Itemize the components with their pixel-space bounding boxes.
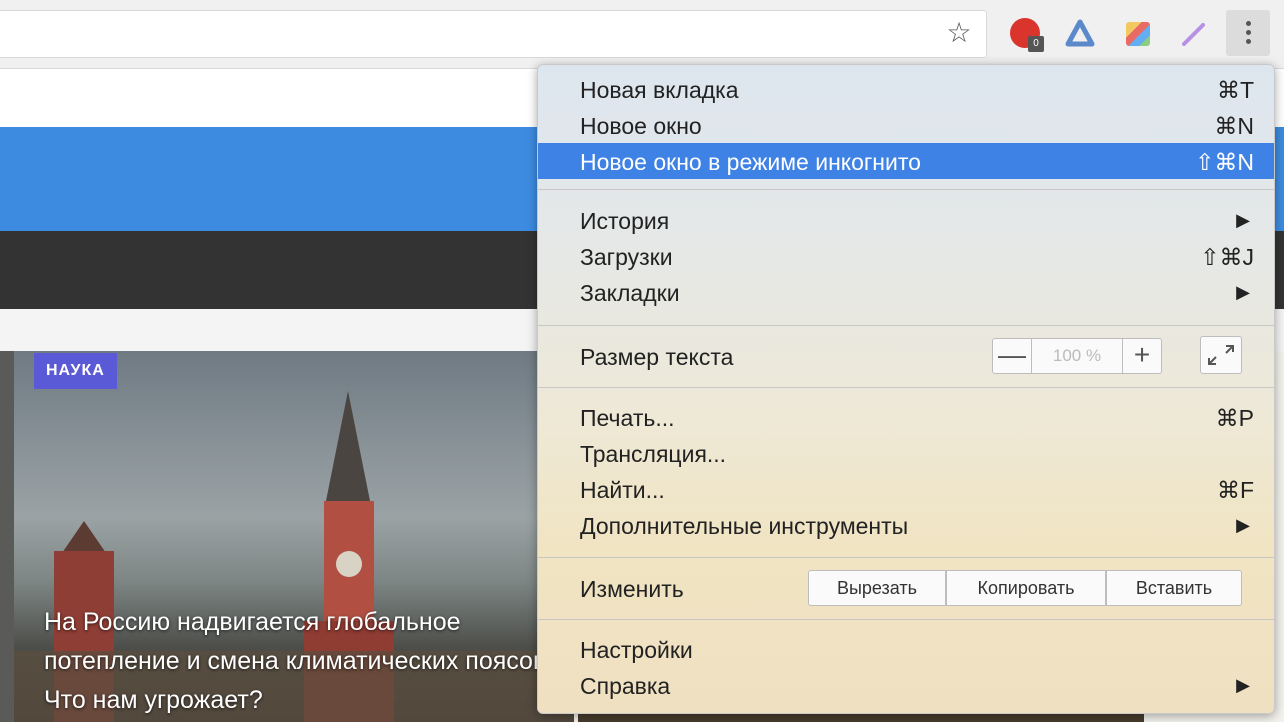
menu-separator xyxy=(538,619,1274,620)
menu-dot xyxy=(1246,30,1251,35)
zoom-level: 100 % xyxy=(1052,346,1102,365)
paste-button[interactable]: Вставить xyxy=(1106,570,1242,606)
menu-item-print[interactable]: Печать... ⌘P xyxy=(538,399,1274,435)
menu-item-shortcut: ⌘F xyxy=(1216,477,1254,503)
menu-separator xyxy=(538,387,1274,388)
zoom-control: — 100 % + xyxy=(992,338,1162,374)
menu-item-shortcut: ⌘N xyxy=(1214,113,1254,139)
menu-item-text-size: Размер текста xyxy=(538,338,1274,374)
submenu-arrow-icon: ▶ xyxy=(1236,675,1250,695)
zoom-in-button[interactable]: + xyxy=(1122,339,1161,373)
menu-dot xyxy=(1246,39,1251,44)
menu-separator xyxy=(538,325,1274,326)
menu-item-new-window[interactable]: Новое окно ⌘N xyxy=(538,107,1274,143)
menu-item-label: Новое окно в режиме инкогнито xyxy=(580,149,921,175)
menu-item-settings[interactable]: Настройки xyxy=(538,631,1274,667)
cut-button[interactable]: Вырезать xyxy=(808,570,946,606)
menu-item-cast[interactable]: Трансляция... xyxy=(538,435,1274,471)
category-badge[interactable]: НАУКА xyxy=(34,353,117,389)
zoom-out-button[interactable]: — xyxy=(993,339,1032,373)
fullscreen-icon[interactable] xyxy=(1200,336,1242,374)
alice-icon-graphic xyxy=(1065,19,1095,47)
submenu-arrow-icon: ▶ xyxy=(1236,515,1250,535)
submenu-arrow-icon: ▶ xyxy=(1236,282,1250,302)
menu-item-label: Справка xyxy=(580,673,671,699)
menu-item-shortcut: ⇧⌘J xyxy=(1200,244,1254,270)
alice-extension-icon[interactable] xyxy=(1062,16,1098,52)
menu-separator xyxy=(538,189,1274,190)
menu-item-label: Дополнительные инструменты xyxy=(580,513,909,539)
tower-image-part xyxy=(62,521,106,553)
menu-item-label: Новая вкладка xyxy=(580,77,739,103)
chrome-main-menu: Новая вкладка ⌘T Новое окно ⌘N Новое окн… xyxy=(537,64,1275,714)
pen-extension-icon[interactable] xyxy=(1176,16,1212,52)
menu-item-bookmarks[interactable]: Закладки ▶ xyxy=(538,274,1274,310)
fullscreen-icon-graphic xyxy=(1208,345,1234,365)
menu-item-history[interactable]: История ▶ xyxy=(538,202,1274,238)
menu-item-label: Трансляция... xyxy=(580,441,727,467)
copy-button[interactable]: Копировать xyxy=(946,570,1106,606)
menu-item-label: Закладки xyxy=(580,280,680,306)
menu-item-label: Размер текста xyxy=(580,344,734,370)
menu-item-label: Изменить xyxy=(580,576,684,602)
menu-item-new-tab[interactable]: Новая вкладка ⌘T xyxy=(538,71,1274,107)
menu-item-label: Новое окно xyxy=(580,113,702,139)
extension-badge: 0 xyxy=(1028,36,1044,52)
tower-image-part xyxy=(326,391,370,501)
article-card[interactable]: НАУКА На Россию надвигается глобальное п… xyxy=(14,351,574,722)
menu-item-shortcut: ⌘T xyxy=(1216,77,1254,103)
menu-item-downloads[interactable]: Загрузки ⇧⌘J xyxy=(538,238,1274,274)
more-vertical-icon[interactable] xyxy=(1226,10,1270,56)
adblock-extension-icon[interactable]: 0 xyxy=(1008,16,1044,52)
menu-item-more-tools[interactable]: Дополнительные инструменты ▶ xyxy=(538,507,1274,543)
menu-item-find[interactable]: Найти... ⌘F xyxy=(538,471,1274,507)
pen-icon-graphic xyxy=(1182,23,1205,46)
menu-item-label: Печать... xyxy=(580,405,675,431)
photo-extension-icon[interactable] xyxy=(1120,16,1156,52)
photo-extension-graphic xyxy=(1126,22,1150,46)
menu-item-label: Найти... xyxy=(580,477,665,503)
menu-item-shortcut: ⌘P xyxy=(1215,405,1254,431)
menu-item-label: Настройки xyxy=(580,637,693,663)
article-title[interactable]: На Россию надвигается глобальное потепле… xyxy=(44,603,564,720)
menu-item-new-incognito-window[interactable]: Новое окно в режиме инкогнито ⇧⌘N xyxy=(538,143,1274,179)
menu-item-shortcut: ⇧⌘N xyxy=(1195,149,1254,175)
menu-item-help[interactable]: Справка ▶ xyxy=(538,667,1274,703)
page-left-edge xyxy=(0,351,14,722)
address-bar[interactable] xyxy=(0,10,987,58)
bookmark-star-icon[interactable]: ☆ xyxy=(944,18,974,48)
menu-item-label: История xyxy=(580,208,670,234)
menu-item-label: Загрузки xyxy=(580,244,673,270)
menu-dot xyxy=(1246,21,1251,26)
browser-toolbar: ☆ 0 xyxy=(0,0,1284,69)
menu-separator xyxy=(538,557,1274,558)
submenu-arrow-icon: ▶ xyxy=(1236,210,1250,230)
tower-clock xyxy=(336,551,362,577)
